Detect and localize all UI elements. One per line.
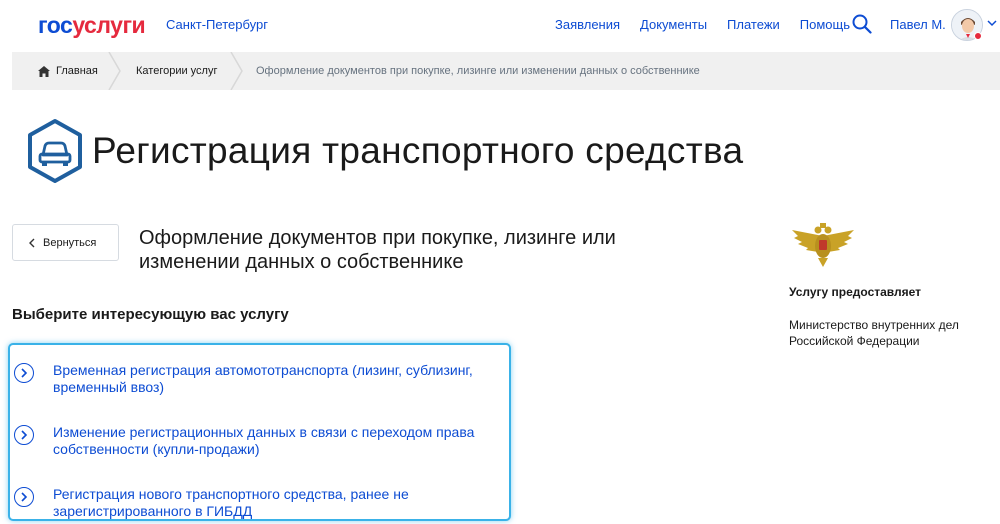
chevron-right-circle-icon bbox=[14, 487, 34, 507]
chevron-left-icon bbox=[29, 238, 35, 247]
nav-item-help[interactable]: Помощь bbox=[800, 17, 850, 32]
section-title: Выберите интересующую вас услугу bbox=[12, 306, 289, 323]
provider-name[interactable]: Министерство внутренних дел Российской Ф… bbox=[789, 317, 989, 349]
car-icon bbox=[28, 119, 82, 183]
page-title: Регистрация транспортного средства bbox=[92, 130, 744, 171]
back-button-label: Вернуться bbox=[43, 236, 97, 249]
logo-part-gos: гос bbox=[38, 12, 73, 38]
notification-dot bbox=[974, 32, 982, 40]
service-item-label: Регистрация нового транспортного средств… bbox=[53, 486, 409, 519]
home-icon bbox=[38, 65, 50, 77]
chevron-down-icon[interactable] bbox=[987, 18, 997, 28]
breadcrumb-home[interactable]: Главная bbox=[38, 52, 98, 90]
chevron-right-circle-icon bbox=[14, 363, 34, 383]
top-header: госуслуги Санкт-Петербург Заявления Доку… bbox=[0, 0, 1000, 52]
breadcrumb: Главная Категории услуг Оформление докум… bbox=[12, 52, 1000, 90]
service-item-ownership-change[interactable]: Изменение регистрационных данных в связи… bbox=[14, 424, 504, 458]
breadcrumb-current: Оформление документов при покупке, лизин… bbox=[256, 65, 700, 77]
breadcrumb-separator-icon bbox=[108, 52, 121, 90]
service-list: Временная регистрация автомототранспорта… bbox=[8, 343, 511, 521]
service-item-label: Изменение регистрационных данных в связи… bbox=[53, 424, 475, 457]
provider-label: Услугу предоставляет bbox=[789, 285, 922, 299]
breadcrumb-home-label: Главная bbox=[56, 65, 98, 77]
service-item-new-vehicle-registration[interactable]: Регистрация нового транспортного средств… bbox=[14, 486, 504, 520]
user-name[interactable]: Павел М. bbox=[890, 17, 946, 32]
breadcrumb-separator-icon bbox=[230, 52, 243, 90]
breadcrumb-categories[interactable]: Категории услуг bbox=[136, 52, 217, 90]
nav-item-applications[interactable]: Заявления bbox=[555, 17, 620, 32]
top-nav: Заявления Документы Платежи Помощь bbox=[555, 17, 870, 32]
service-item-temporary-registration[interactable]: Временная регистрация автомототранспорта… bbox=[14, 362, 504, 396]
nav-item-documents[interactable]: Документы bbox=[640, 17, 707, 32]
nav-item-payments[interactable]: Платежи bbox=[727, 17, 780, 32]
chevron-right-circle-icon bbox=[14, 425, 34, 445]
service-item-label: Временная регистрация автомототранспорта… bbox=[53, 362, 473, 395]
region-selector[interactable]: Санкт-Петербург bbox=[166, 17, 268, 32]
gosuslugi-logo[interactable]: госуслуги bbox=[38, 12, 146, 39]
logo-part-uslugi: услуги bbox=[72, 12, 146, 38]
search-icon[interactable] bbox=[852, 14, 872, 34]
page-subtitle: Оформление документов при покупке, лизин… bbox=[139, 227, 616, 273]
back-button[interactable]: Вернуться bbox=[12, 224, 119, 261]
mvd-emblem-icon bbox=[792, 223, 854, 267]
